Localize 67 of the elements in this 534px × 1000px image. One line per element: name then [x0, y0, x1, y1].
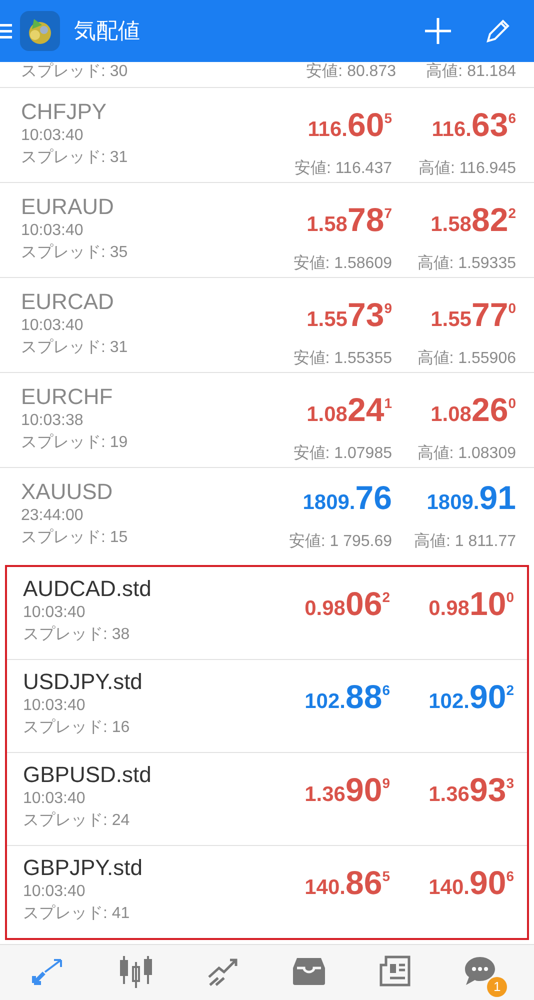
spread-label: スプレッド: 35	[21, 242, 129, 263]
high-price: 高値: 1 811.77	[414, 532, 516, 552]
plus-icon	[423, 16, 453, 46]
spread-label: スプレッド: 38	[23, 624, 131, 645]
quote-time: 10:03:40	[21, 221, 84, 241]
symbol-name: GBPJPY.std	[23, 855, 144, 881]
low-price: 安値: 1.58609	[293, 254, 392, 274]
symbol-name: EURCAD	[21, 289, 115, 315]
low-price: 安値: 116.437	[294, 158, 392, 179]
app-logo-icon	[20, 11, 60, 51]
spread-label: スプレッド: 19	[21, 432, 129, 453]
spread-label: スプレッド: 16	[23, 718, 131, 738]
bid-price: 1.3690$^{9}$	[304, 770, 390, 810]
candlestick-icon	[118, 954, 154, 988]
spread-label: スプレッド: 30	[21, 62, 129, 82]
quote-time: 10:03:40	[23, 603, 86, 623]
bid-price: 116.60$^{5}$	[308, 105, 392, 145]
bid-price: 1809.76	[302, 478, 392, 518]
symbol-name: EURCHF	[21, 384, 114, 410]
spread-label: スプレッド: 41	[23, 904, 131, 924]
ask-price: 102.90$^{2}$	[428, 677, 514, 717]
symbol-name: GBPUSD.std	[23, 762, 152, 788]
ask-price: 116.63$^{6}$	[432, 105, 516, 145]
symbol-name: XAUUSD	[21, 479, 114, 505]
low-price: 安値: 80.873	[305, 62, 396, 82]
quote-time: 10:03:38	[21, 411, 84, 431]
high-price: 高値: 1.08309	[417, 444, 516, 464]
bid-price: 1.5573$^{9}$	[306, 295, 392, 335]
symbol-name: USDJPY.std	[23, 669, 144, 695]
spread-label: スプレッド: 24	[23, 810, 131, 831]
spread-label: スプレッド: 31	[21, 148, 129, 168]
spread-label: スプレッド: 15	[21, 528, 129, 548]
quote-time: 23:44:00	[21, 506, 84, 526]
bid-price: 140.86$^{5}$	[304, 863, 390, 903]
ask-price: 1.5882$^{2}$	[430, 200, 516, 240]
nav-tab[interactable]: 1	[459, 948, 508, 996]
bid-price: 1.5878$^{7}$	[306, 200, 392, 240]
symbol-name: CHFJPY	[21, 99, 108, 125]
quote-time: 10:03:40	[23, 789, 86, 809]
screen-title: 気配値	[74, 17, 141, 45]
low-price: 安値: 1.55355	[293, 348, 392, 369]
ask-price: 1809.91	[426, 478, 516, 518]
symbol-name: AUDCAD.std	[23, 576, 152, 602]
spread-label: スプレッド: 31	[21, 338, 129, 358]
high-price: 高値: 81.184	[425, 62, 516, 82]
newspaper-icon	[377, 954, 412, 986]
ask-price: 0.9810$^{0}$	[428, 584, 514, 624]
high-price: 高値: 116.945	[418, 158, 516, 179]
ask-price: 1.0826$^{0}$	[430, 390, 516, 430]
bid-price: 1.0824$^{1}$	[306, 390, 392, 430]
ask-price: 1.5577$^{0}$	[430, 295, 516, 335]
inbox-tray-icon	[292, 956, 326, 986]
quote-time: 10:03:40	[21, 126, 84, 146]
low-price: 安値: 1.07985	[293, 444, 392, 464]
low-price: 安値: 1 795.69	[288, 532, 392, 552]
unread-badge: 1	[487, 976, 508, 996]
symbol-name: EURAUD	[21, 194, 115, 220]
ask-price: 140.90$^{6}$	[428, 863, 514, 903]
high-price: 高値: 1.55906	[417, 348, 516, 369]
ask-price: 1.3693$^{3}$	[428, 770, 514, 810]
high-price: 高値: 1.59335	[417, 254, 516, 274]
quote-time: 10:03:40	[23, 882, 86, 902]
bid-price: 102.88$^{6}$	[304, 677, 390, 717]
quote-time: 10:03:40	[21, 316, 84, 336]
pencil-icon	[484, 17, 512, 45]
bid-price: 0.9806$^{2}$	[304, 584, 390, 624]
quote-time: 10:03:40	[23, 696, 86, 716]
